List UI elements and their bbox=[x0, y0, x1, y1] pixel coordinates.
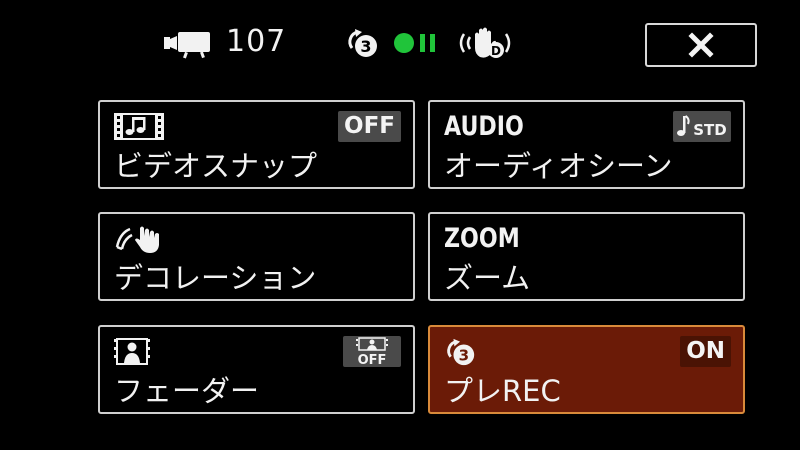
tile-code: ZOOM bbox=[444, 223, 520, 254]
tile-label: ビデオスナップ bbox=[114, 149, 318, 183]
movie-camera-icon bbox=[164, 32, 210, 59]
video-snapshot-icon bbox=[114, 113, 164, 140]
status-badge: OFF bbox=[338, 111, 401, 142]
svg-text:D: D bbox=[491, 44, 501, 58]
fader-off-icon: OFF bbox=[343, 336, 401, 367]
record-standby-icon bbox=[394, 33, 435, 53]
fader-button[interactable]: OFF フェーダー bbox=[98, 325, 415, 414]
dynamic-stabilizer-icon: D bbox=[459, 27, 511, 58]
tile-label: デコレーション bbox=[114, 261, 317, 295]
video-snapshot-button[interactable]: OFF ビデオスナップ bbox=[98, 100, 415, 189]
close-icon bbox=[688, 32, 714, 58]
tile-label: プレREC bbox=[444, 374, 561, 408]
svg-text:3: 3 bbox=[459, 346, 469, 364]
remaining-count: 107 bbox=[226, 24, 287, 59]
svg-text:STD: STD bbox=[693, 121, 727, 139]
pre-rec-status-icon: 3 bbox=[348, 29, 377, 57]
status-badge: ON bbox=[680, 336, 731, 367]
decoration-hand-icon bbox=[115, 226, 159, 253]
pre-rec-button[interactable]: 3 ON プレREC bbox=[428, 325, 745, 414]
decoration-button[interactable]: デコレーション bbox=[98, 212, 415, 301]
tile-label: フェーダー bbox=[114, 374, 260, 408]
audio-scene-button[interactable]: AUDIO STD オーディオシーン bbox=[428, 100, 745, 189]
close-button[interactable] bbox=[645, 23, 757, 67]
tile-label: ズーム bbox=[444, 261, 531, 295]
svg-text:3: 3 bbox=[360, 37, 371, 56]
svg-text:OFF: OFF bbox=[358, 353, 387, 367]
status-bar: 107 3 D bbox=[0, 0, 800, 85]
tile-code: AUDIO bbox=[444, 111, 524, 142]
fader-icon bbox=[114, 338, 150, 365]
zoom-button[interactable]: ZOOM ズーム bbox=[428, 212, 745, 301]
tile-label: オーディオシーン bbox=[444, 149, 673, 183]
pre-rec-3-icon: 3 bbox=[447, 338, 475, 366]
audio-std-icon: STD bbox=[673, 111, 731, 142]
